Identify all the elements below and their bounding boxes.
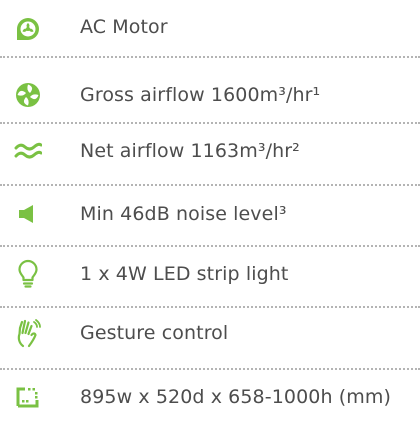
- feature-row-gesture-control: Gesture control: [0, 306, 420, 360]
- hand-gesture-icon: [13, 318, 43, 348]
- feature-row-led-light: 1 x 4W LED strip light: [0, 247, 420, 301]
- feature-row-gross-airflow: Gross airflow 1600m³/hr¹: [0, 68, 420, 122]
- feature-row-ac-motor: AC Motor: [0, 0, 420, 54]
- feature-list: AC Motor Gross airflow 1600m³/hr¹ Net ai…: [0, 0, 420, 425]
- waves-icon: [13, 136, 43, 166]
- feature-row-dimensions: 895w x 520d x 658-1000h (mm): [0, 370, 420, 424]
- feature-label: Gesture control: [80, 322, 229, 344]
- feature-label: 895w x 520d x 658-1000h (mm): [80, 386, 391, 408]
- lightbulb-icon: [13, 259, 43, 289]
- dimensions-icon: [13, 382, 43, 412]
- divider: [0, 184, 420, 186]
- feature-row-net-airflow: Net airflow 1163m³/hr²: [0, 124, 420, 178]
- feature-label: Gross airflow 1600m³/hr¹: [80, 84, 321, 106]
- feature-label: Min 46dB noise level³: [80, 203, 287, 225]
- airflow-icon: [13, 80, 43, 110]
- speaker-icon: [13, 199, 43, 229]
- feature-label: Net airflow 1163m³/hr²: [80, 140, 300, 162]
- feature-row-noise-level: Min 46dB noise level³: [0, 187, 420, 241]
- feature-label: 1 x 4W LED strip light: [80, 263, 289, 285]
- feature-label: AC Motor: [80, 16, 168, 38]
- motor-icon: [13, 12, 43, 42]
- divider: [0, 56, 420, 58]
